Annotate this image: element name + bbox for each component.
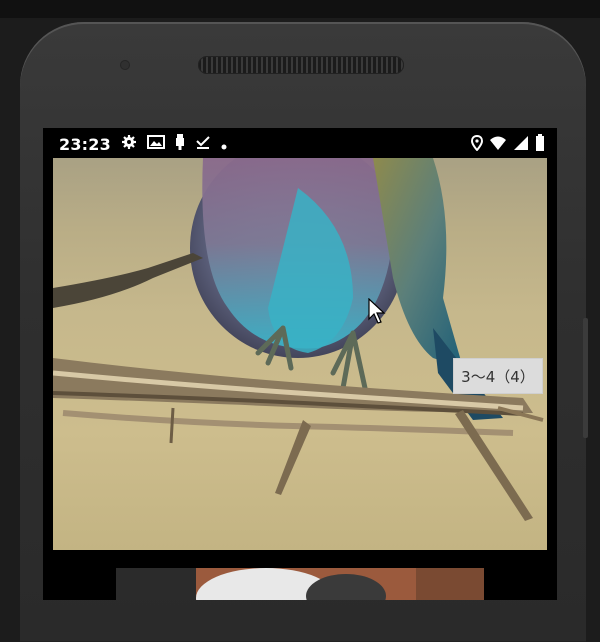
image-icon: [146, 134, 165, 154]
status-time: 23:23: [59, 134, 111, 154]
status-bar: 23:23: [43, 128, 557, 158]
bird-photo[interactable]: 3〜4（4）: [53, 158, 547, 550]
gear-icon: [121, 134, 137, 154]
signal-icon: [513, 135, 529, 155]
earpiece-speaker: [198, 56, 404, 74]
top-border: [0, 0, 600, 18]
usb-icon: [175, 133, 185, 155]
tooltip-label: 3〜4（4）: [453, 358, 543, 394]
side-button[interactable]: [583, 318, 588, 438]
dot-icon: [221, 135, 227, 154]
download-done-icon: [195, 134, 211, 154]
phone-screen: 23:23 3〜4（4）: [43, 128, 557, 600]
next-photo-thumbnail[interactable]: [116, 568, 484, 600]
mouse-pointer-icon: [368, 297, 386, 328]
battery-icon: [535, 134, 545, 156]
front-camera: [120, 60, 130, 70]
location-icon: [470, 134, 484, 155]
wifi-icon: [489, 135, 507, 155]
